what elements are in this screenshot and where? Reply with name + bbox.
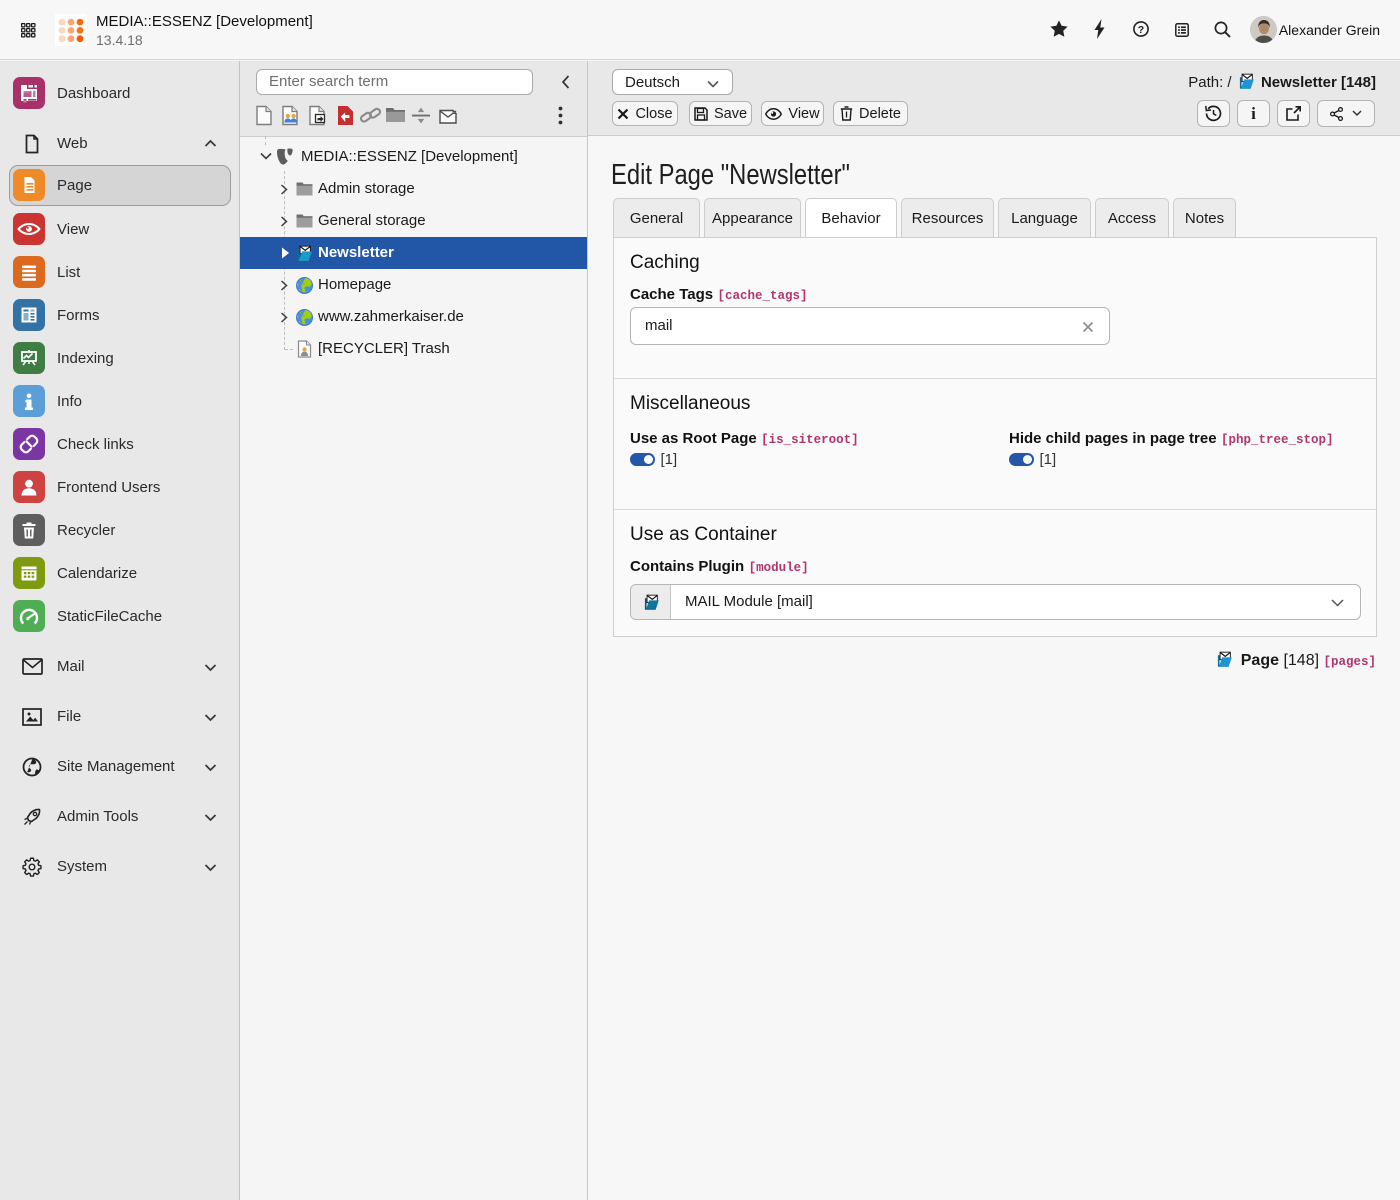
svg-text:?: ? [1138, 24, 1144, 36]
